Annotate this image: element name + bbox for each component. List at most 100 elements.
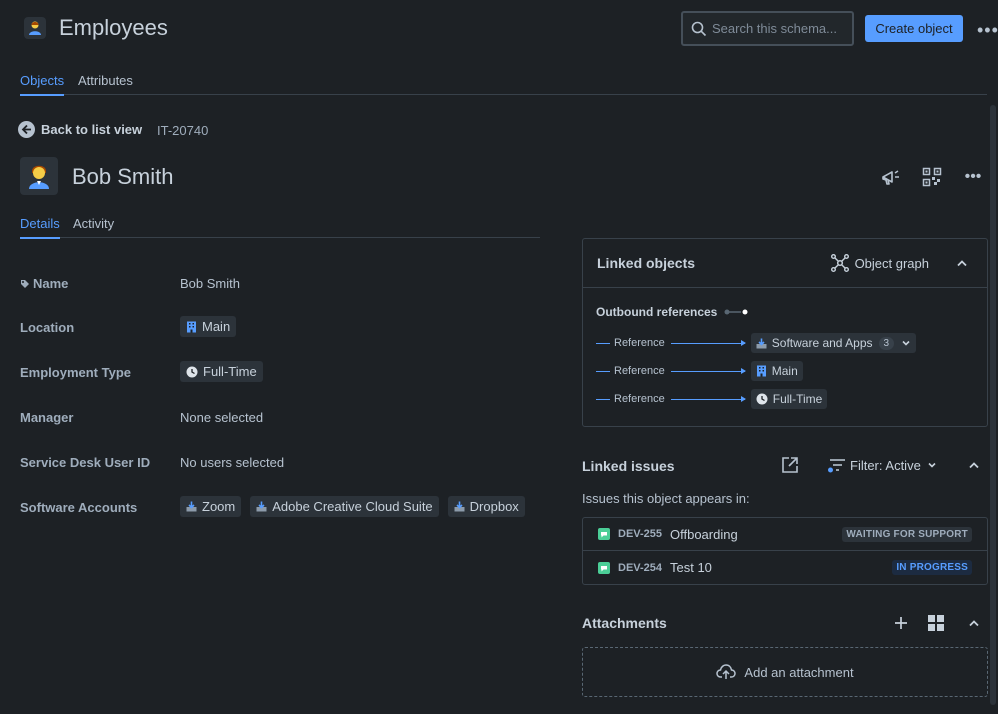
scrollbar[interactable] bbox=[990, 105, 996, 705]
chevron-down-icon[interactable] bbox=[901, 339, 911, 347]
search-box[interactable] bbox=[681, 11, 854, 46]
clock-icon bbox=[756, 393, 768, 405]
schema-title: Employees bbox=[59, 15, 168, 40]
field-value-location: Main bbox=[180, 316, 245, 337]
filter-dropdown[interactable]: Filter: Active bbox=[828, 457, 937, 473]
search-input[interactable] bbox=[712, 21, 842, 36]
upload-cloud-icon bbox=[716, 664, 737, 679]
add-icon[interactable] bbox=[890, 612, 912, 634]
issues-list: DEV-255 Offboarding WAITING FOR SUPPORT … bbox=[582, 517, 988, 585]
software-chip-label: Zoom bbox=[202, 499, 236, 514]
field-label-name: Name bbox=[20, 276, 68, 291]
search-icon bbox=[691, 21, 707, 36]
reference-row: Reference Software and Apps 3 bbox=[596, 333, 925, 353]
download-icon bbox=[454, 501, 465, 512]
software-chip-dropbox[interactable]: Dropbox bbox=[447, 496, 525, 517]
issue-key[interactable]: DEV-254 bbox=[618, 562, 670, 574]
linked-issues-title: Linked issues bbox=[582, 458, 675, 474]
back-label: Back to list view bbox=[41, 122, 143, 137]
outbound-icon bbox=[724, 309, 748, 315]
building-icon bbox=[187, 321, 196, 332]
building-icon bbox=[756, 365, 766, 377]
employment-type-chip[interactable]: Full-Time bbox=[180, 361, 263, 382]
ref-line bbox=[596, 342, 610, 344]
field-value-manager: None selected bbox=[180, 410, 264, 425]
field-value-employment-type: Full-Time bbox=[180, 361, 272, 382]
issue-key[interactable]: DEV-255 bbox=[618, 528, 670, 540]
filter-label: Filter: Active bbox=[850, 457, 921, 473]
outbound-references-label: Outbound references bbox=[596, 305, 749, 319]
linked-objects-header: Linked objects Object graph bbox=[583, 239, 987, 288]
collapse-linked-issues-icon[interactable] bbox=[963, 454, 985, 476]
software-chip-label: Dropbox bbox=[469, 499, 519, 514]
download-icon bbox=[756, 338, 767, 348]
reference-target-label: Software and Apps bbox=[771, 336, 873, 350]
megaphone-icon[interactable] bbox=[880, 166, 902, 188]
software-chip-zoom[interactable]: Zoom bbox=[180, 496, 242, 517]
employment-type-chip-label: Full-Time bbox=[203, 364, 257, 379]
tab-activity[interactable]: Activity bbox=[73, 216, 114, 237]
add-attachment-label: Add an attachment bbox=[744, 664, 854, 680]
field-label-service-desk: Service Desk User ID bbox=[20, 455, 151, 470]
reference-target-chip[interactable]: Main bbox=[750, 361, 803, 381]
download-icon bbox=[256, 501, 267, 512]
linked-issues-subtitle: Issues this object appears in: bbox=[582, 491, 750, 506]
back-to-list-link[interactable]: Back to list view bbox=[18, 121, 142, 138]
location-chip[interactable]: Main bbox=[180, 316, 237, 337]
reference-type: Reference bbox=[614, 393, 665, 405]
collapse-linked-objects-icon[interactable] bbox=[951, 252, 973, 274]
ref-line bbox=[596, 398, 610, 400]
arrow-left-icon bbox=[18, 121, 35, 138]
reference-target-chip[interactable]: Software and Apps 3 bbox=[750, 333, 917, 353]
tab-objects[interactable]: Objects bbox=[20, 73, 65, 96]
download-icon bbox=[186, 501, 197, 512]
clock-icon bbox=[186, 366, 198, 377]
ref-arrow bbox=[670, 367, 746, 374]
object-key: IT-20740 bbox=[157, 123, 209, 138]
reference-target-chip[interactable]: Full-Time bbox=[750, 389, 828, 409]
attachments-title: Attachments bbox=[582, 615, 667, 631]
attachment-dropzone[interactable]: Add an attachment bbox=[582, 647, 988, 697]
reference-type: Reference bbox=[614, 337, 665, 349]
tab-attributes[interactable]: Attributes bbox=[78, 73, 133, 94]
qr-code-icon[interactable] bbox=[921, 166, 943, 188]
open-external-icon[interactable] bbox=[779, 454, 801, 476]
issue-row[interactable]: DEV-255 Offboarding WAITING FOR SUPPORT bbox=[583, 518, 987, 551]
object-graph-label: Object graph bbox=[854, 255, 929, 271]
avatar bbox=[20, 157, 58, 195]
tag-icon bbox=[21, 279, 29, 288]
issue-summary[interactable]: Offboarding bbox=[670, 527, 842, 542]
grid-view-icon[interactable] bbox=[925, 612, 947, 634]
reference-type: Reference bbox=[614, 365, 665, 377]
reference-count-badge: 3 bbox=[878, 336, 895, 350]
reference-row: Reference Main bbox=[596, 361, 812, 381]
chevron-down-icon bbox=[928, 462, 936, 468]
detail-tabs: Details Activity bbox=[20, 216, 540, 239]
software-chip-label: Adobe Creative Cloud Suite bbox=[272, 499, 433, 514]
object-more-icon[interactable]: ••• bbox=[962, 166, 984, 188]
reference-target-label: Full-Time bbox=[772, 392, 823, 406]
software-chip-adobe[interactable]: Adobe Creative Cloud Suite bbox=[250, 496, 439, 517]
ref-arrow bbox=[670, 339, 746, 346]
field-label-location: Location bbox=[20, 320, 75, 335]
issue-summary[interactable]: Test 10 bbox=[670, 560, 892, 575]
object-graph-button[interactable]: Object graph bbox=[830, 254, 929, 272]
schema-tabs: Objects Attributes bbox=[20, 73, 987, 96]
collapse-attachments-icon[interactable] bbox=[963, 612, 985, 634]
create-object-button[interactable]: Create object bbox=[865, 15, 963, 42]
field-value-software-accounts: Zoom Adobe Creative Cloud Suite Dropbox bbox=[180, 496, 534, 517]
issue-row[interactable]: DEV-254 Test 10 IN PROGRESS bbox=[583, 551, 987, 584]
reference-row: Reference Full-Time bbox=[596, 389, 836, 409]
name-label-text: Name bbox=[33, 276, 69, 291]
tab-details[interactable]: Details bbox=[20, 216, 60, 239]
reference-target-label: Main bbox=[771, 364, 798, 378]
issue-type-icon bbox=[598, 528, 610, 540]
graph-icon bbox=[830, 254, 849, 272]
field-value-name: Bob Smith bbox=[180, 276, 240, 291]
field-value-service-desk: No users selected bbox=[180, 455, 285, 470]
location-chip-label: Main bbox=[202, 319, 231, 334]
field-label-manager: Manager bbox=[20, 410, 74, 425]
field-label-employment-type: Employment Type bbox=[20, 365, 132, 380]
filter-icon bbox=[828, 459, 845, 473]
more-options-icon[interactable]: ••• bbox=[977, 20, 998, 41]
